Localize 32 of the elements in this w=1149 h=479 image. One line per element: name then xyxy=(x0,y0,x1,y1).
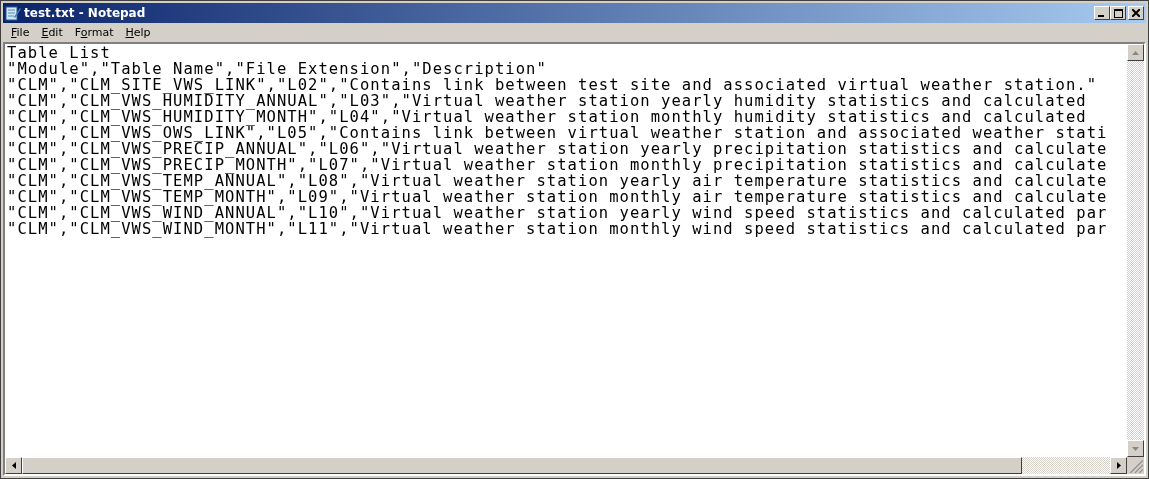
menu-item[interactable]: Help xyxy=(119,26,157,39)
text-line: "CLM","CLM_VWS_OWS_LINK","L05","Contains link between virtual weather station and associated weather stati xyxy=(7,125,1109,141)
text-line: "CLM","CLM_VWS_PRECIP_MONTH","L07","Virtual weather station monthly precipitation statistics and calculate xyxy=(7,157,1109,173)
notepad-icon xyxy=(5,5,21,21)
window-title: test.txt - Notepad xyxy=(24,6,146,20)
right-arrow-icon xyxy=(1116,462,1121,469)
text-line: "CLM","CLM_VWS_WIND_ANNUAL","L10","Virtual weather station yearly wind speed statistics and calculated par xyxy=(7,205,1109,221)
scroll-up-button[interactable] xyxy=(1127,44,1144,61)
maximize-button[interactable] xyxy=(1110,6,1126,20)
close-icon xyxy=(1132,9,1140,17)
text-line: "CLM","CLM_VWS_WIND_MONTH","L11","Virtual weather station monthly wind speed statistics and calculated par xyxy=(7,221,1109,237)
text-line: "CLM","CLM_VWS_PRECIP_ANNUAL","L06","Virtual weather station yearly precipitation statistics and calculate xyxy=(7,141,1109,157)
scroll-left-button[interactable] xyxy=(5,457,22,474)
minimize-button[interactable] xyxy=(1094,6,1110,20)
menu-item[interactable]: File xyxy=(5,26,36,39)
down-arrow-icon xyxy=(1132,446,1139,451)
close-button[interactable] xyxy=(1128,6,1144,20)
left-arrow-icon xyxy=(11,462,16,469)
text-line: "Module","Table Name","File Extension","Description" xyxy=(7,61,547,77)
text-line: "CLM","CLM_SITE_VWS_LINK","L02","Contains link between test site and associated virtual weather station." xyxy=(7,77,1099,93)
text-line: "CLM","CLM_VWS_HUMIDITY_ANNUAL","L03","Virtual weather station yearly humidity statistics and calculated xyxy=(7,93,1088,109)
up-arrow-icon xyxy=(1132,50,1139,55)
text-line: "CLM","CLM_VWS_TEMP_ANNUAL","L08","Virtual weather station yearly air temperature statistics and calculate xyxy=(7,173,1109,189)
scroll-right-button[interactable] xyxy=(1110,457,1127,474)
maximize-icon xyxy=(1113,8,1123,18)
text-line: "CLM","CLM_VWS_HUMIDITY_MONTH","L04","Virtual weather station monthly humidity statistics and calculated xyxy=(7,109,1088,125)
scroll-down-button[interactable] xyxy=(1127,440,1144,457)
resize-grip-icon[interactable] xyxy=(1127,457,1144,474)
menu-item[interactable]: Format xyxy=(68,26,120,39)
text-line: Table List xyxy=(7,45,112,61)
text-line: "CLM","CLM_VWS_TEMP_MONTH","L09","Virtual weather station monthly air temperature statistics and calculate xyxy=(7,189,1109,205)
menu-item[interactable]: Edit xyxy=(35,26,69,39)
